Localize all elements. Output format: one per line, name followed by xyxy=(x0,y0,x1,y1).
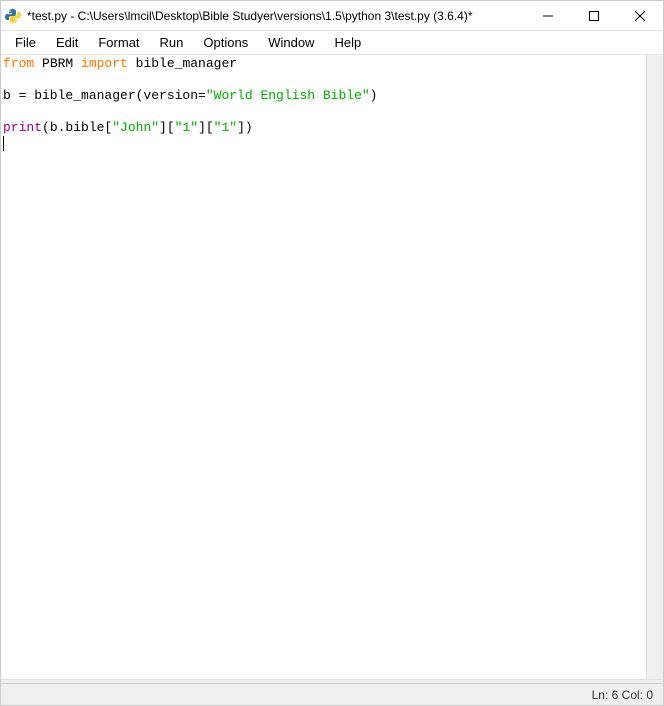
menu-run[interactable]: Run xyxy=(150,33,194,52)
menu-help[interactable]: Help xyxy=(324,33,371,52)
window-title: *test.py - C:\Users\lmcil\Desktop\Bible … xyxy=(27,9,525,23)
code-text: b = bible_manager(version= xyxy=(3,88,206,103)
vertical-scrollbar[interactable] xyxy=(646,55,663,679)
code-text: ][ xyxy=(159,120,175,135)
code-text: PBRM xyxy=(34,56,81,71)
string-literal: "1" xyxy=(214,120,237,135)
window-titlebar: *test.py - C:\Users\lmcil\Desktop\Bible … xyxy=(1,1,663,31)
minimize-icon xyxy=(543,11,553,21)
menu-bar: File Edit Format Run Options Window Help xyxy=(1,31,663,55)
editor-area: from PBRM import bible_manager b = bible… xyxy=(1,55,663,679)
close-icon xyxy=(635,11,645,21)
string-literal: "1" xyxy=(175,120,198,135)
string-literal: "John" xyxy=(112,120,159,135)
keyword: from xyxy=(3,56,34,71)
status-bar: Ln: 6 Col: 0 xyxy=(1,683,663,705)
code-text: bible_manager xyxy=(128,56,237,71)
maximize-icon xyxy=(589,11,599,21)
minimize-button[interactable] xyxy=(525,1,571,30)
menu-file[interactable]: File xyxy=(5,33,46,52)
app-icon xyxy=(5,8,21,24)
menu-format[interactable]: Format xyxy=(88,33,149,52)
code-text: ]) xyxy=(237,120,253,135)
menu-edit[interactable]: Edit xyxy=(46,33,88,52)
window-controls xyxy=(525,1,663,30)
keyword: import xyxy=(81,56,128,71)
code-text: (b.bible[ xyxy=(42,120,112,135)
maximize-button[interactable] xyxy=(571,1,617,30)
text-cursor xyxy=(3,136,4,151)
code-text: ) xyxy=(370,88,378,103)
code-text: ][ xyxy=(198,120,214,135)
menu-window[interactable]: Window xyxy=(258,33,324,52)
close-button[interactable] xyxy=(617,1,663,30)
string-literal: "World English Bible" xyxy=(206,88,370,103)
cursor-position: Ln: 6 Col: 0 xyxy=(592,688,653,702)
menu-options[interactable]: Options xyxy=(193,33,258,52)
code-editor[interactable]: from PBRM import bible_manager b = bible… xyxy=(1,55,646,679)
builtin: print xyxy=(3,120,42,135)
